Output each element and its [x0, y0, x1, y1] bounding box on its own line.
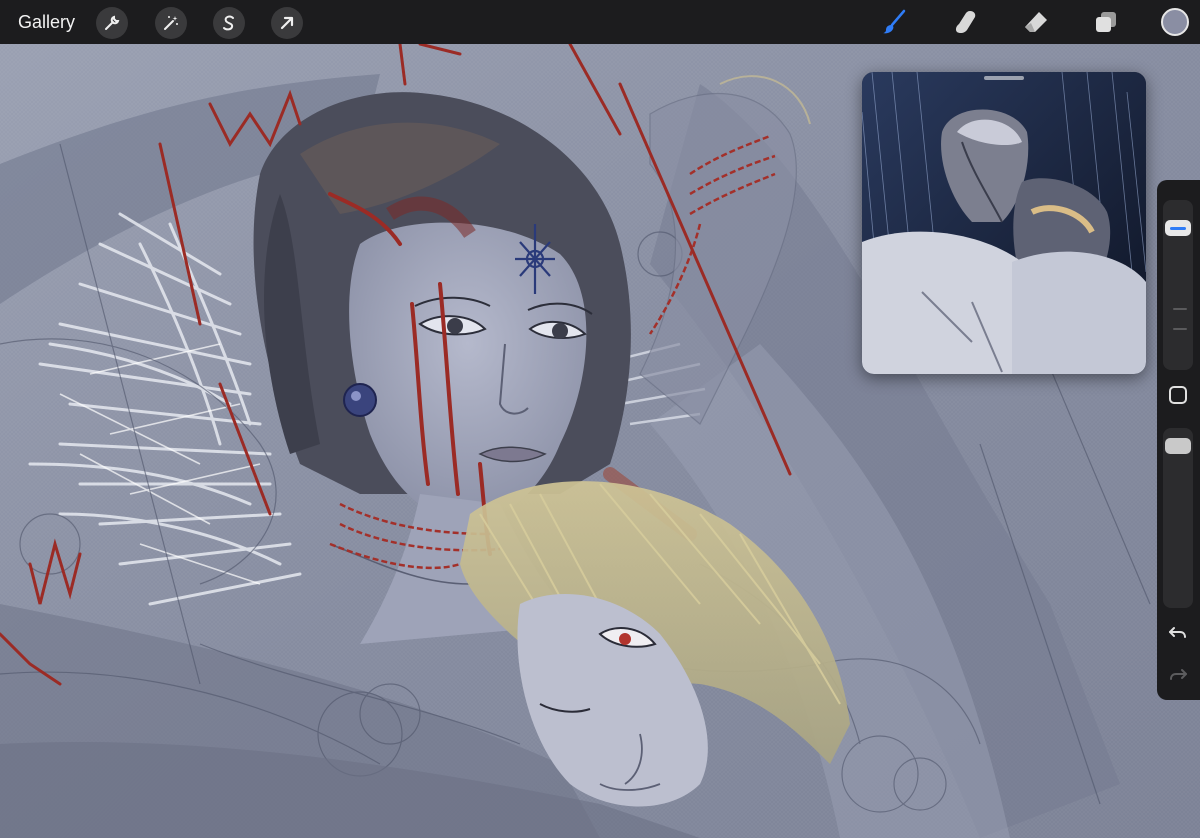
brush-opacity-slider[interactable]: [1163, 428, 1193, 608]
erase-tool-button[interactable]: [1020, 6, 1052, 38]
smudge-finger-icon: [955, 11, 976, 34]
paint-tool-button[interactable]: [878, 6, 910, 38]
brush-sidebar: [1157, 180, 1200, 700]
brush-size-slider[interactable]: [1163, 200, 1193, 370]
size-tick: [1173, 328, 1187, 330]
size-thumb-indicator: [1170, 226, 1186, 230]
brush-icon: [883, 9, 906, 34]
adjustments-button[interactable]: [155, 7, 187, 39]
size-tick: [1173, 308, 1187, 310]
transform-button[interactable]: [271, 7, 303, 39]
modify-square-icon[interactable]: [1169, 386, 1187, 404]
reference-drag-handle[interactable]: [984, 76, 1024, 80]
reference-photo: [862, 72, 1146, 374]
top-toolbar: Gallery: [0, 0, 1200, 44]
eraser-icon: [1025, 12, 1047, 32]
undo-button[interactable]: [1167, 622, 1189, 644]
selection-button[interactable]: [213, 7, 245, 39]
undo-arrow-icon: [1169, 627, 1186, 638]
layers-icon: [1096, 12, 1116, 32]
redo-button[interactable]: [1167, 664, 1189, 686]
gallery-button[interactable]: Gallery: [18, 11, 75, 33]
arrow-cursor-icon: [280, 16, 294, 30]
wrench-icon: [105, 15, 120, 30]
reference-window[interactable]: [862, 72, 1146, 374]
redo-arrow-icon: [1170, 669, 1187, 680]
actions-button[interactable]: [96, 7, 128, 39]
smudge-tool-button[interactable]: [950, 6, 982, 38]
layers-button[interactable]: [1090, 6, 1122, 38]
selection-s-icon: [223, 15, 234, 31]
color-picker-button[interactable]: [1161, 8, 1189, 36]
magic-wand-icon: [164, 16, 178, 30]
procreate-app: Gallery: [0, 0, 1200, 838]
brush-size-thumb[interactable]: [1165, 220, 1191, 236]
brush-opacity-thumb[interactable]: [1165, 438, 1191, 454]
